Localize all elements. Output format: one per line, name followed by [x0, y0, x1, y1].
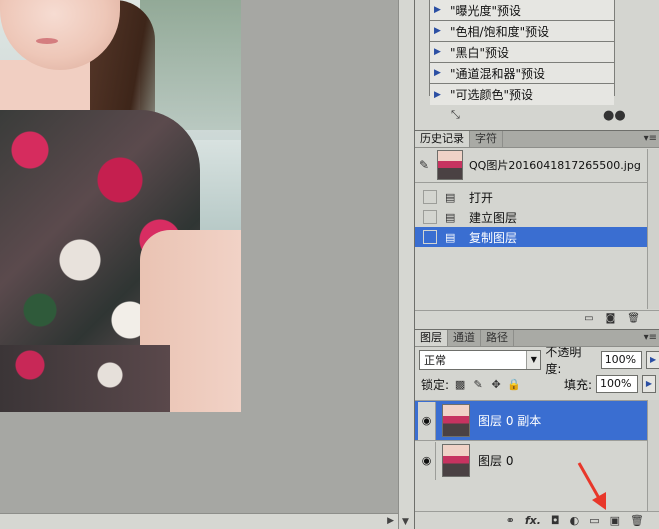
tab-channels[interactable]: 通道: [448, 330, 481, 346]
expand-triangle-icon[interactable]: ▶: [434, 47, 444, 57]
chevron-down-icon[interactable]: ▼: [526, 351, 541, 369]
adjustment-layer-icon[interactable]: ◐: [570, 514, 580, 527]
trash-icon[interactable]: 🗑: [627, 313, 640, 324]
action-item[interactable]: ▶ "黑白"预设: [430, 42, 614, 63]
canvas-horizontal-scrollbar[interactable]: ▶: [0, 513, 398, 529]
tab-layers[interactable]: 图层: [415, 330, 448, 346]
fill-slider-button[interactable]: ▶: [642, 375, 656, 393]
layer-thumbnail: [442, 404, 470, 437]
canvas-vertical-scrollbar[interactable]: ▼: [398, 0, 414, 529]
layers-tabbar: 图层 通道 路径 ▾≡: [415, 330, 659, 347]
panel-menu-icon[interactable]: ▾≡: [644, 332, 657, 343]
layer-mask-icon[interactable]: ◘: [551, 514, 560, 527]
layer-thumbnail: [442, 444, 470, 477]
lock-all-icon[interactable]: 🔒: [507, 378, 521, 391]
panel-menu-icon[interactable]: ▾≡: [644, 133, 657, 144]
history-source-checkbox[interactable]: [423, 210, 437, 224]
expand-triangle-icon[interactable]: ▶: [434, 26, 444, 36]
lock-brush-icon[interactable]: ✎: [471, 378, 485, 391]
right-panel-column: ▶ "曝光度"预设 ▶ "色相/饱和度"预设 ▶ "黑白"预设 ▶ "通道混和器"预设 …: [414, 0, 659, 529]
lock-row: 锁定: ▩ ✎ ✥ 🔒 填充: 100% ▶: [415, 373, 659, 395]
action-item[interactable]: ▶ "通道混和器"预设: [430, 63, 614, 84]
history-document-icon: ▤: [445, 190, 456, 204]
action-item[interactable]: ▶ "可选颜色"预设: [430, 84, 614, 105]
photo-image: [0, 0, 241, 412]
history-state-new-layer[interactable]: ▤ 建立图层: [415, 207, 659, 227]
tab-paths[interactable]: 路径: [481, 330, 514, 346]
history-panel: 历史记录 字符 ▾≡ ✎ QQ图片20160418172655​00.jpg ▤…: [415, 130, 659, 326]
expand-triangle-icon[interactable]: ▶: [434, 68, 444, 78]
new-document-from-state-icon[interactable]: ▭: [584, 313, 593, 324]
layers-footer: ⚭ fx. ◘ ◐ ▭ ▣ 🗑: [415, 511, 659, 529]
panel-collapse-icon[interactable]: ⤡: [451, 108, 460, 122]
lock-move-icon[interactable]: ✥: [489, 378, 503, 391]
link-layers-icon[interactable]: ⚭: [506, 514, 515, 527]
history-state-open[interactable]: ▤ 打开: [415, 187, 659, 207]
new-group-icon[interactable]: ▭: [589, 514, 599, 527]
fill-label: 填充:: [563, 377, 592, 392]
layer-name: 图层 0: [478, 454, 514, 468]
expand-triangle-icon[interactable]: ▶: [434, 5, 444, 15]
eye-icon[interactable]: ◉: [418, 401, 436, 440]
history-source-checkbox[interactable]: [423, 230, 437, 244]
history-tabbar: 历史记录 字符 ▾≡: [415, 131, 659, 148]
opacity-slider-button[interactable]: ▶: [646, 351, 659, 369]
lock-label: 锁定:: [421, 377, 450, 392]
history-snapshot[interactable]: ✎ QQ图片20160418172655​00.jpg: [415, 148, 659, 183]
history-state-duplicate-layer[interactable]: ▤ 复制图层: [415, 227, 659, 247]
layers-scrollbar[interactable]: [647, 400, 659, 512]
opacity-label: 不透明度:: [545, 345, 582, 376]
layers-panel: 图层 通道 路径 ▾≡ 正常 ▼ 不透明度: 100% ▶ 锁定: ▩ ✎ ✥ …: [415, 329, 659, 529]
actions-list: ▶ "曝光度"预设 ▶ "色相/饱和度"预设 ▶ "黑白"预设 ▶ "通道混和器"预设 …: [429, 0, 615, 105]
blend-row: 正常 ▼ 不透明度: 100% ▶: [415, 345, 659, 376]
snapshot-name: QQ图片20160418172655​00.jpg: [469, 159, 641, 172]
expand-triangle-icon[interactable]: ▶: [434, 90, 444, 100]
red-annotation-arrow: [577, 462, 606, 510]
layer-style-icon[interactable]: fx.: [525, 514, 541, 527]
scroll-down-icon[interactable]: ▼: [402, 517, 409, 527]
fill-input[interactable]: 100%: [596, 375, 638, 393]
history-document-icon: ▤: [445, 230, 456, 244]
layer-name: 图层 0 副本: [478, 414, 542, 428]
history-scrollbar[interactable]: [647, 149, 659, 309]
history-footer: ▭ ◙ 🗑: [415, 310, 659, 326]
document-canvas[interactable]: [0, 0, 398, 529]
history-document-icon: ▤: [445, 210, 456, 224]
tab-character[interactable]: 字符: [470, 131, 503, 147]
eye-icon[interactable]: ◉: [418, 441, 436, 480]
panel-expand-icon[interactable]: ●●: [603, 108, 626, 123]
layer-row-base[interactable]: ◉ 图层 0: [415, 440, 659, 480]
lock-transparency-icon[interactable]: ▩: [453, 378, 467, 391]
opacity-input[interactable]: 100%: [600, 351, 643, 369]
camera-snapshot-icon[interactable]: ◙: [606, 313, 616, 324]
blend-mode-select[interactable]: 正常 ▼: [419, 350, 542, 370]
actions-panel: ▶ "曝光度"预设 ▶ "色相/饱和度"预设 ▶ "黑白"预设 ▶ "通道混和器"预设 …: [415, 0, 659, 126]
action-item[interactable]: ▶ "曝光度"预设: [430, 0, 614, 21]
layer-row-copy[interactable]: ◉ 图层 0 副本: [415, 400, 659, 440]
history-brush-icon[interactable]: ✎: [419, 158, 437, 172]
scroll-right-icon[interactable]: ▶: [387, 516, 394, 526]
new-layer-icon[interactable]: ▣: [610, 514, 620, 527]
trash-icon[interactable]: 🗑: [630, 514, 644, 527]
tab-history[interactable]: 历史记录: [415, 131, 470, 147]
history-source-checkbox[interactable]: [423, 190, 437, 204]
action-item[interactable]: ▶ "色相/饱和度"预设: [430, 21, 614, 42]
snapshot-thumbnail: [437, 150, 463, 180]
